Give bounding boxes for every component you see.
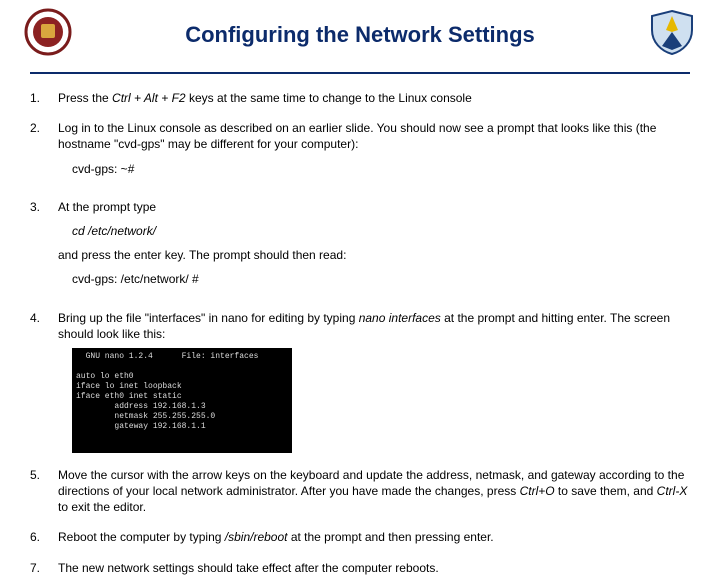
step-number: 6. [30, 529, 58, 545]
step-2: 2. Log in to the Linux console as descri… [30, 120, 690, 185]
step-text: Press the [58, 91, 112, 105]
key-combo: Ctrl + Alt + F2 [112, 91, 186, 105]
step-number: 1. [30, 90, 58, 106]
instruction-list: 1. Press the Ctrl + Alt + F2 keys at the… [30, 90, 690, 576]
step-text: to save them, and [555, 484, 657, 498]
step-text: to exit the editor. [58, 500, 146, 514]
command-text: nano interfaces [359, 311, 441, 325]
prompt-text: cvd-gps: /etc/network/ # [72, 271, 690, 287]
step-7: 7. The new network settings should take … [30, 560, 690, 576]
step-number: 4. [30, 310, 58, 453]
terminal-screenshot: GNU nano 1.2.4 File: interfaces auto lo … [72, 348, 292, 453]
key-combo: Ctrl-X [657, 484, 688, 498]
step-text: The new network settings should take eff… [58, 560, 690, 576]
step-text: Reboot the computer by typing [58, 530, 225, 544]
step-number: 7. [30, 560, 58, 576]
command-text: cd /etc/network/ [72, 223, 690, 239]
key-combo: Ctrl+O [520, 484, 555, 498]
step-text: keys at the same time to change to the L… [186, 91, 472, 105]
university-seal-icon [24, 8, 72, 56]
step-6: 6. Reboot the computer by typing /sbin/r… [30, 529, 690, 545]
step-text: At the prompt type [58, 199, 690, 215]
step-number: 5. [30, 467, 58, 516]
step-number: 2. [30, 120, 58, 185]
slide-header: Configuring the Network Settings [30, 8, 690, 68]
command-text: /sbin/reboot [225, 530, 288, 544]
title-rule [30, 72, 690, 74]
step-1: 1. Press the Ctrl + Alt + F2 keys at the… [30, 90, 690, 106]
page-title: Configuring the Network Settings [30, 8, 690, 48]
step-3: 3. At the prompt type cd /etc/network/ a… [30, 199, 690, 296]
step-text: and press the enter key. The prompt shou… [58, 247, 690, 263]
step-4: 4. Bring up the file "interfaces" in nan… [30, 310, 690, 453]
step-text: at the prompt and then pressing enter. [287, 530, 493, 544]
step-text: Log in to the Linux console as described… [58, 120, 690, 152]
prompt-text: cvd-gps: ~# [72, 161, 690, 177]
step-5: 5. Move the cursor with the arrow keys o… [30, 467, 690, 516]
lab-shield-icon [648, 8, 696, 56]
step-number: 3. [30, 199, 58, 296]
step-text: Bring up the file "interfaces" in nano f… [58, 311, 359, 325]
